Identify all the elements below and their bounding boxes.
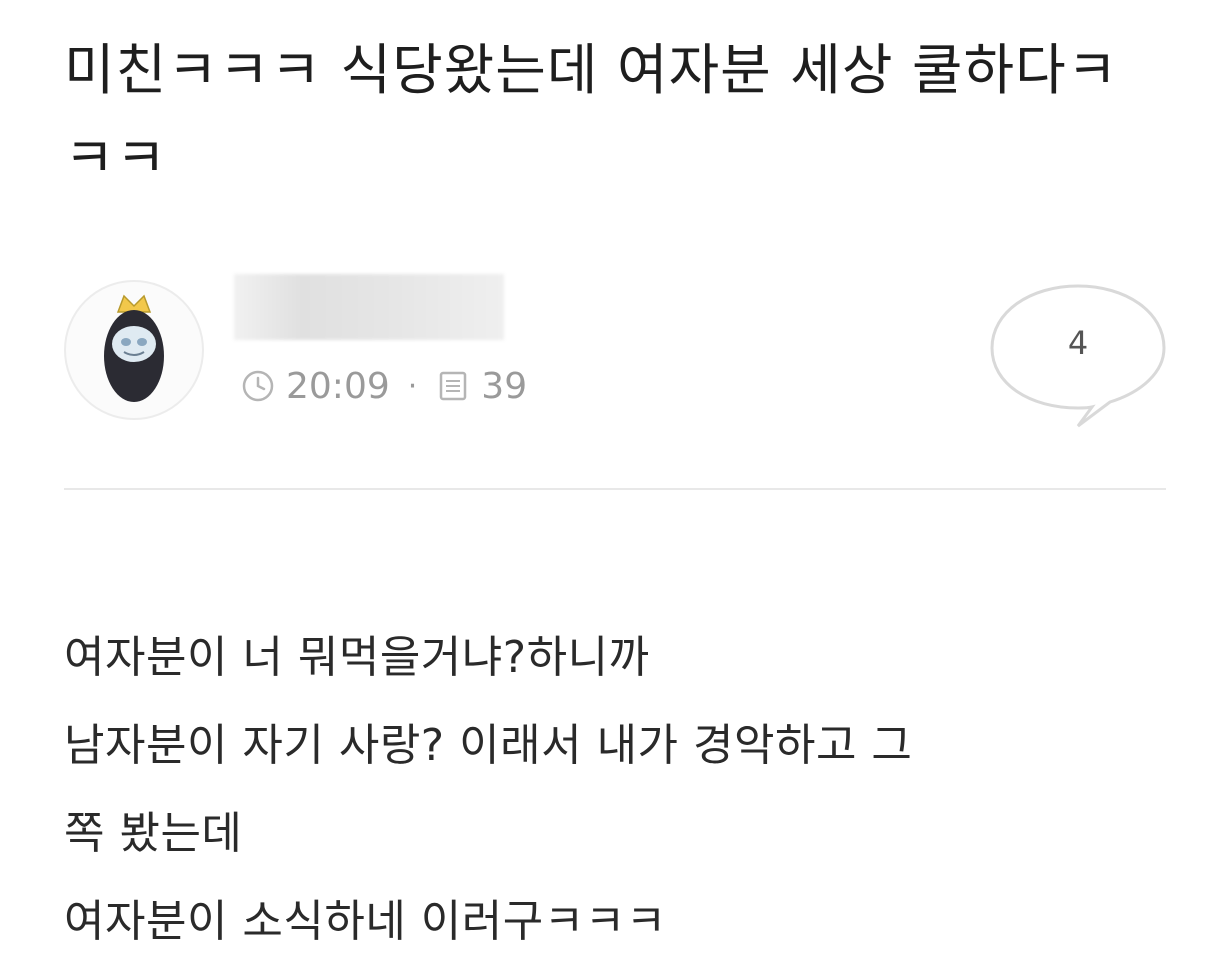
body-line: 여자분이 소식하네 이러구ㅋㅋㅋ <box>64 896 667 947</box>
meta-separator: · <box>407 368 418 404</box>
divider <box>64 488 1166 490</box>
author-nickname-blurred <box>234 274 504 340</box>
author-info: 20:09 · 39 4 <box>64 272 1166 428</box>
body-line: 여자분이 너 뭐먹을거냐?하니까 <box>64 632 650 683</box>
clock-icon <box>242 370 274 402</box>
author-avatar[interactable] <box>64 280 204 420</box>
comment-count-button[interactable]: 4 <box>988 280 1168 430</box>
post-title: 미친ㅋㅋㅋ 식당왔는데 여자분 세상 쿨하다ㅋㅋㅋ <box>64 38 1119 190</box>
body-line: 쪽 봤는데 <box>64 808 243 859</box>
body-line: 남자분이 자기 사랑? 이래서 내가 경악하고 그 <box>64 720 913 771</box>
post-meta: 20:09 · 39 <box>240 364 527 408</box>
view-count: 39 <box>481 365 528 407</box>
document-icon <box>440 371 467 401</box>
post-body: 여자분이 너 뭐먹을거냐?하니까 남자분이 자기 사랑? 이래서 내가 경악하고… <box>64 614 1164 966</box>
comment-count: 4 <box>1067 324 1089 362</box>
character-avatar-icon <box>104 294 164 402</box>
post-time: 20:09 <box>286 365 390 407</box>
